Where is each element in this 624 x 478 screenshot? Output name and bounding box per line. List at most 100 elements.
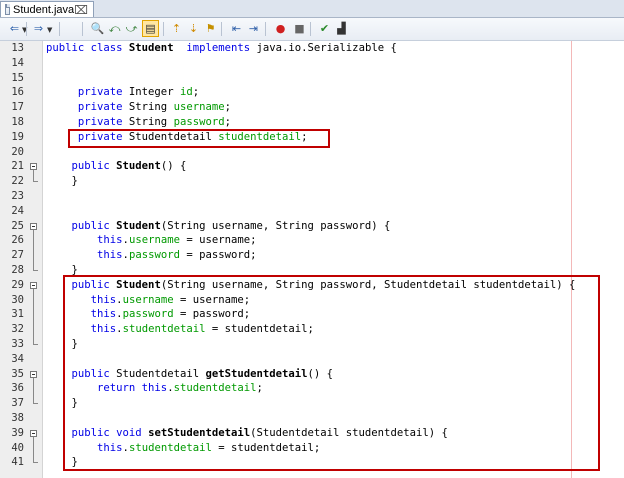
line-number: 20 (11, 145, 24, 158)
code-line: 18 private String password; (0, 115, 624, 130)
editor-tab-bar: Student.java ⌧ (0, 0, 624, 18)
code-token: String (128, 116, 174, 128)
fold-collapse-icon[interactable] (30, 429, 37, 437)
start-macro-icon[interactable]: ● (272, 20, 289, 37)
line-number: 14 (11, 56, 24, 69)
code-line: 24 (0, 204, 624, 219)
diff-icon[interactable]: ▟ (333, 20, 350, 37)
code-text[interactable]: public Student(String username, String p… (46, 219, 391, 234)
line-number: 41 (11, 456, 24, 469)
code-text[interactable]: } (46, 174, 78, 189)
dropdown-arrow-icon[interactable]: ▼ (47, 26, 52, 34)
close-tab-icon[interactable]: ⌧ (74, 4, 88, 16)
toolbar-separator (221, 22, 222, 36)
code-line: 21 public Student() { (0, 159, 624, 174)
code-token: ; (224, 116, 231, 128)
code-token: public (71, 160, 117, 173)
code-token: = password; (179, 249, 257, 262)
code-token: public (71, 219, 117, 232)
code-token: (String username, String password) { (160, 219, 391, 232)
fold-collapse-icon[interactable] (30, 281, 37, 289)
code-line: 25 public Student(String username, Strin… (0, 219, 624, 234)
code-token: public class (46, 42, 129, 54)
code-token: Integer (128, 86, 180, 99)
check-icon[interactable]: ✔ (316, 20, 333, 37)
code-token: } (46, 175, 78, 188)
line-number: 39 (11, 426, 24, 439)
fold-collapse-icon[interactable] (30, 370, 37, 378)
code-text[interactable]: this.password = password; (46, 248, 257, 263)
toggle-bookmark-icon[interactable]: ⚑ (202, 20, 219, 37)
line-number: 21 (11, 160, 24, 173)
line-number: 26 (11, 234, 24, 247)
fold-collapse-icon[interactable] (30, 222, 37, 230)
code-token: Student (128, 42, 174, 54)
code-token: this (97, 234, 123, 247)
code-token: Student (116, 160, 161, 173)
fold-guide (33, 170, 34, 182)
code-text[interactable]: public class Student implements java.io.… (46, 41, 397, 56)
back-icon[interactable]: ⇐ (6, 20, 23, 37)
code-line: 26 this.username = username; (0, 233, 624, 248)
line-number: 36 (11, 382, 24, 395)
code-text[interactable]: public Student() { (46, 159, 187, 174)
code-text[interactable]: this.username = username; (46, 233, 256, 248)
code-token: private (77, 101, 129, 114)
code-line: 22 } (0, 174, 624, 189)
code-line: 16 private Integer id; (0, 85, 624, 100)
code-line: 27 this.password = password; (0, 248, 624, 263)
code-token: () { (160, 160, 187, 173)
code-line: 15 (0, 71, 624, 86)
code-token: Student (116, 219, 161, 232)
shift-left-icon[interactable]: ⇤ (228, 20, 245, 37)
shift-right-icon[interactable]: ⇥ (245, 20, 262, 37)
line-number: 32 (11, 323, 24, 336)
line-number: 24 (11, 204, 24, 217)
code-editor[interactable]: 13 public class Student implements java.i… (0, 41, 624, 478)
fold-end (33, 462, 38, 464)
find-next-icon[interactable]: ⤻ (123, 20, 140, 37)
find-previous-icon[interactable]: ⤺ (106, 20, 123, 37)
find-icon[interactable]: 🔍 (89, 20, 106, 37)
code-line: 14 (0, 56, 624, 71)
code-text[interactable]: private String password; (46, 115, 231, 130)
code-token: this (97, 249, 123, 262)
fold-guide (33, 229, 34, 270)
line-number: 38 (11, 412, 24, 424)
code-text[interactable]: private Integer id; (46, 85, 199, 100)
code-token: ; (224, 101, 231, 114)
toolbar-separator (82, 22, 83, 36)
line-number: 31 (11, 308, 24, 321)
fold-end (33, 403, 38, 405)
toolbar-separator (310, 22, 311, 36)
line-number: 34 (11, 352, 24, 365)
code-token: ; (192, 86, 200, 99)
code-line: 17 private String username; (0, 100, 624, 115)
toolbar-separator (265, 22, 266, 36)
line-number: 22 (11, 175, 24, 188)
tab-student-java[interactable]: Student.java ⌧ (0, 1, 94, 17)
toggle-highlight-icon[interactable]: ▤ (142, 20, 159, 37)
previous-bookmark-icon[interactable]: ⇡ (168, 20, 185, 37)
line-number: 17 (11, 101, 24, 114)
line-number: 37 (11, 397, 24, 410)
fold-collapse-icon[interactable] (30, 163, 37, 171)
stop-macro-icon[interactable]: ■ (291, 20, 308, 37)
highlight-box-methods (63, 275, 600, 471)
code-token: private (77, 116, 129, 128)
code-token: password (128, 249, 180, 262)
line-number: 23 (11, 190, 24, 202)
line-number: 29 (11, 278, 24, 291)
line-number: 18 (11, 116, 24, 128)
forward-icon[interactable]: ⇒ (30, 20, 47, 37)
fold-guide (33, 436, 34, 463)
code-text[interactable]: private String username; (46, 100, 231, 115)
tab-label: Student.java (13, 3, 75, 16)
next-bookmark-icon[interactable]: ⇣ (185, 20, 202, 37)
toolbar-separator (163, 22, 164, 36)
